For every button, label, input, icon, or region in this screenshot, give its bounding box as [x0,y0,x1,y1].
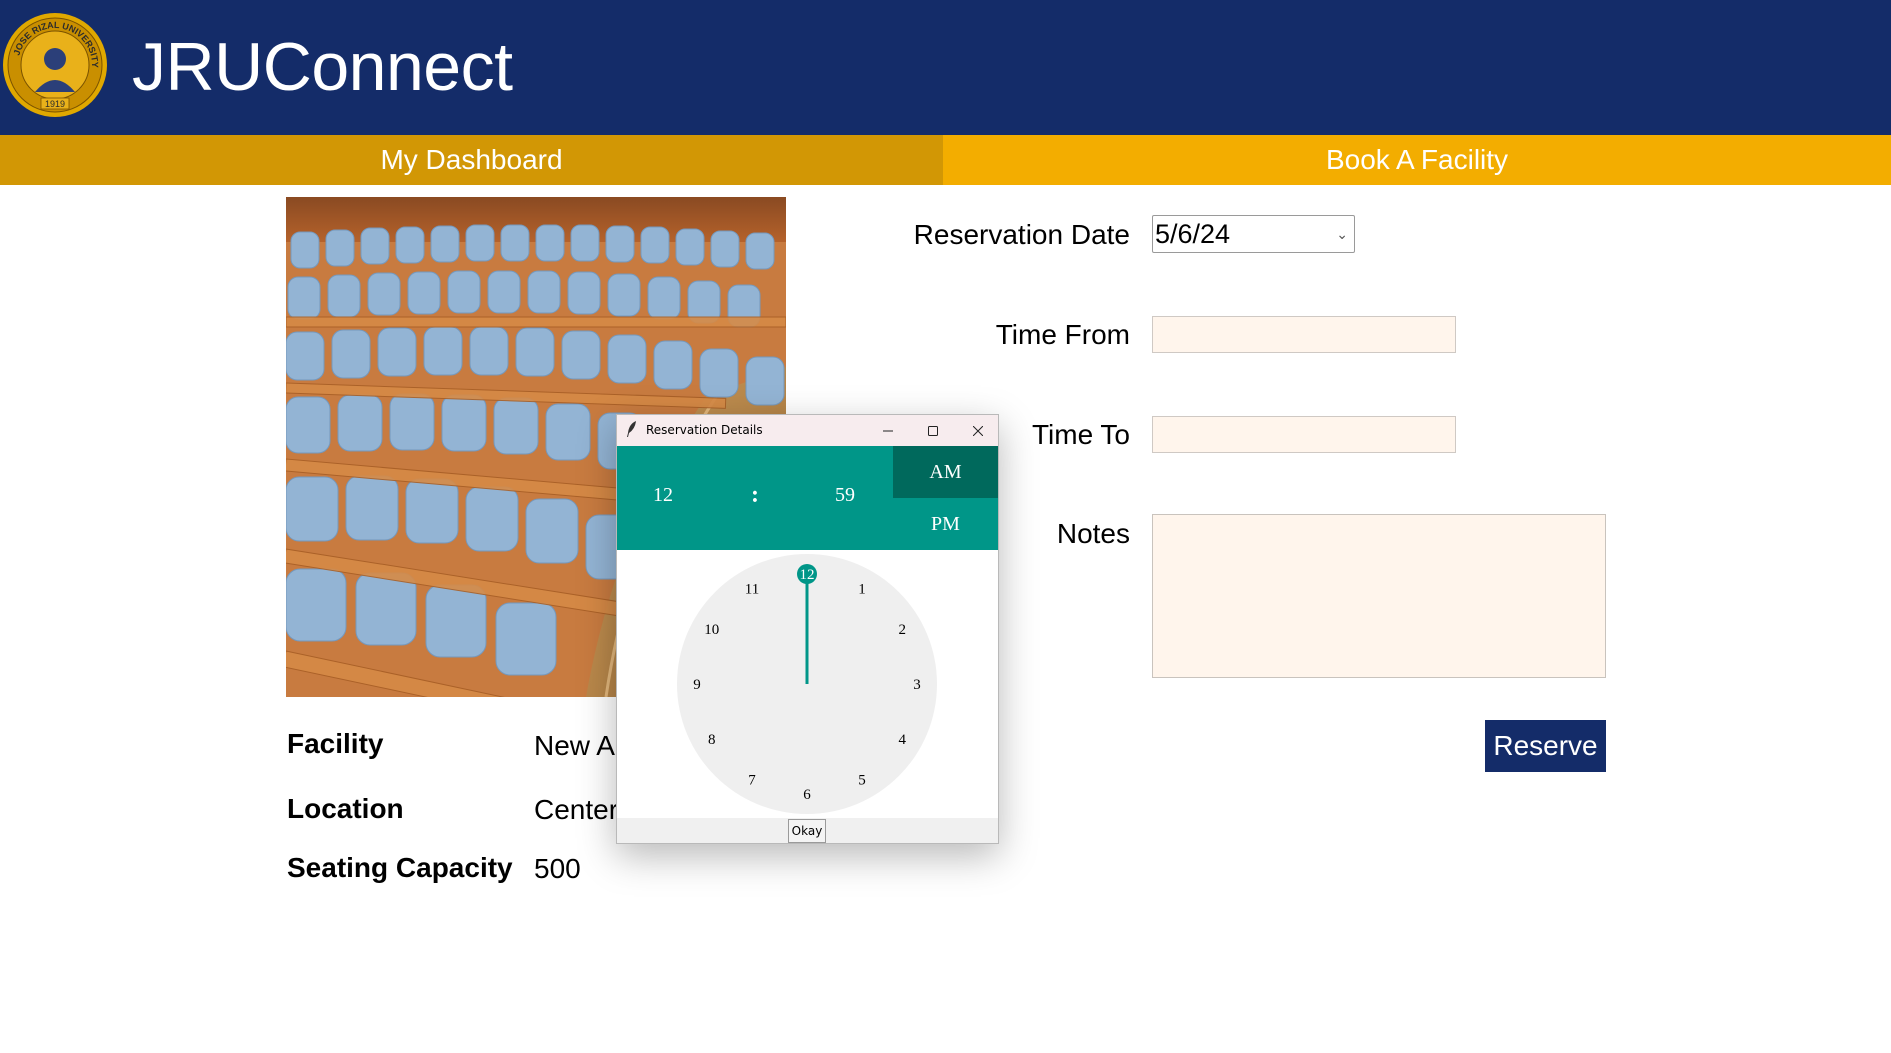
tab-my-dashboard[interactable]: My Dashboard [0,135,943,185]
okay-button[interactable]: Okay [788,819,826,843]
seating-capacity-value: 500 [534,853,581,884]
dialog-titlebar[interactable]: Reservation Details [617,415,998,446]
clock-number-4[interactable]: 4 [899,732,907,748]
location-label: Location [287,793,404,824]
reservation-date-label: Reservation Date [913,219,1130,250]
clock-number-8[interactable]: 8 [708,732,716,748]
hour-display[interactable]: 12 [653,484,673,507]
reservation-details-dialog: Reservation Details 12 : 59 AM PM 12 1 2 3 4… [616,414,999,844]
clock-number-1[interactable]: 1 [858,582,866,598]
clock-number-10[interactable]: 10 [704,622,719,638]
svg-text:1919: 1919 [45,99,65,109]
app-title: JRUConnect [132,29,513,105]
clock-number-2[interactable]: 2 [899,622,907,638]
clock-number-9[interactable]: 9 [693,677,701,693]
location-value: Center [534,794,619,825]
close-icon[interactable] [956,415,1000,446]
clock-number-12[interactable]: 12 [800,567,815,583]
clock-number-6[interactable]: 6 [803,787,811,803]
pm-button[interactable]: PM [893,498,998,550]
seating-capacity-label: Seating Capacity [287,852,513,883]
clock-number-5[interactable]: 5 [858,772,866,788]
clock-face[interactable]: 121234567891011 [617,550,998,818]
reservation-date-value: 5/6/24 [1155,219,1231,249]
app-header: JOSE RIZAL UNIVERSITY 1919 JRUConnect [0,0,1891,135]
minimize-icon[interactable] [866,415,910,446]
am-button[interactable]: AM [893,446,998,498]
time-separator: : [751,482,759,508]
time-display: 12 : 59 AM PM [617,446,998,550]
reservation-date-picker[interactable]: 5/6/24 ⌄ [1152,215,1355,253]
notes-textarea[interactable] [1152,514,1606,678]
time-from-input[interactable] [1152,316,1456,353]
university-seal-logo: JOSE RIZAL UNIVERSITY 1919 [3,13,107,117]
clock-number-3[interactable]: 3 [913,677,921,693]
tab-book-a-facility[interactable]: Book A Facility [943,135,1891,185]
clock-area: 12 1 2 3 4 5 6 7 8 9 10 11 [617,550,998,818]
time-to-input[interactable] [1152,416,1456,453]
main-nav: My Dashboard Book A Facility [0,135,1891,185]
minute-display[interactable]: 59 [835,484,855,507]
maximize-icon[interactable] [911,415,955,446]
time-from-label: Time From [995,319,1130,350]
chevron-down-icon: ⌄ [1336,226,1348,242]
reserve-button[interactable]: Reserve [1485,720,1606,772]
clock-number-7[interactable]: 7 [748,772,756,788]
clock-number-11[interactable]: 11 [745,582,759,598]
dialog-title: Reservation Details [646,423,763,437]
facility-label: Facility [287,728,384,759]
feather-icon [627,421,636,437]
